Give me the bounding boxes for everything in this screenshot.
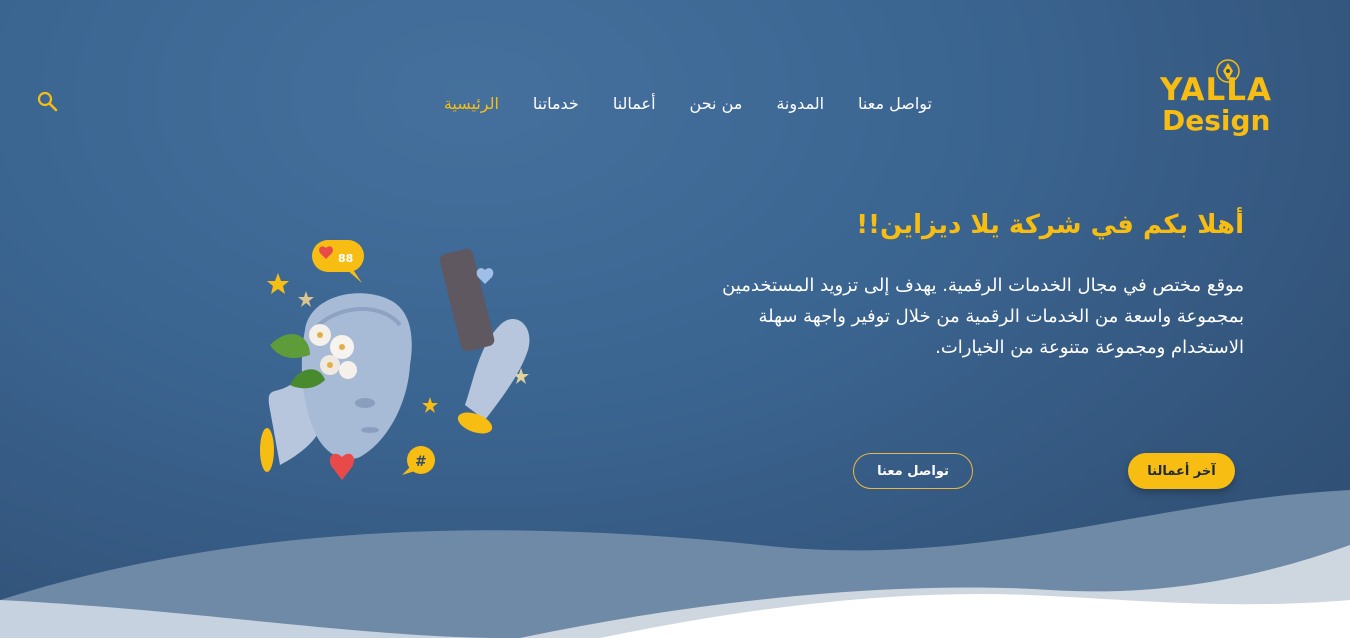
search-icon[interactable] (36, 90, 60, 114)
like-count: 88 (338, 252, 353, 265)
hero-illustration: 88 # (260, 240, 530, 480)
star-icon (422, 397, 438, 413)
hero-description: موقع مختص في مجال الخدمات الرقمية. يهدف … (722, 275, 1244, 358)
nav-item-about[interactable]: من نحن (690, 94, 743, 113)
like-bubble-icon: 88 (312, 240, 364, 283)
contact-us-button[interactable]: تواصل معنا (853, 453, 973, 489)
hand-left-cuff (260, 428, 274, 472)
nav-item-services[interactable]: خدماتنا (533, 94, 579, 113)
landing-page: YALLA Design الرئيسية خدماتنا أعمالنا من… (0, 0, 1350, 638)
phone-icon (439, 248, 495, 352)
nav-item-blog[interactable]: المدونة (776, 94, 824, 113)
star-icon (267, 273, 289, 294)
latest-works-button[interactable]: آخر أعمالنا (1128, 453, 1235, 489)
logo-text-top: YALLA (1160, 72, 1272, 108)
brand-logo[interactable]: YALLA Design (1158, 58, 1288, 144)
nav-item-contact[interactable]: تواصل معنا (858, 94, 932, 113)
svg-text:#: # (415, 454, 427, 470)
nav-item-home[interactable]: الرئيسية (444, 94, 499, 113)
logo-text-bottom: Design (1162, 104, 1271, 137)
hashtag-bubble-icon: # (402, 446, 435, 475)
star-icon (298, 291, 314, 307)
heart-icon (329, 453, 355, 480)
hero-title: أهلا بكم في شركة يلا ديزاين!! (856, 210, 1244, 240)
nav-item-works[interactable]: أعمالنا (613, 94, 656, 113)
main-nav: الرئيسية خدماتنا أعمالنا من نحن المدونة … (444, 94, 932, 113)
